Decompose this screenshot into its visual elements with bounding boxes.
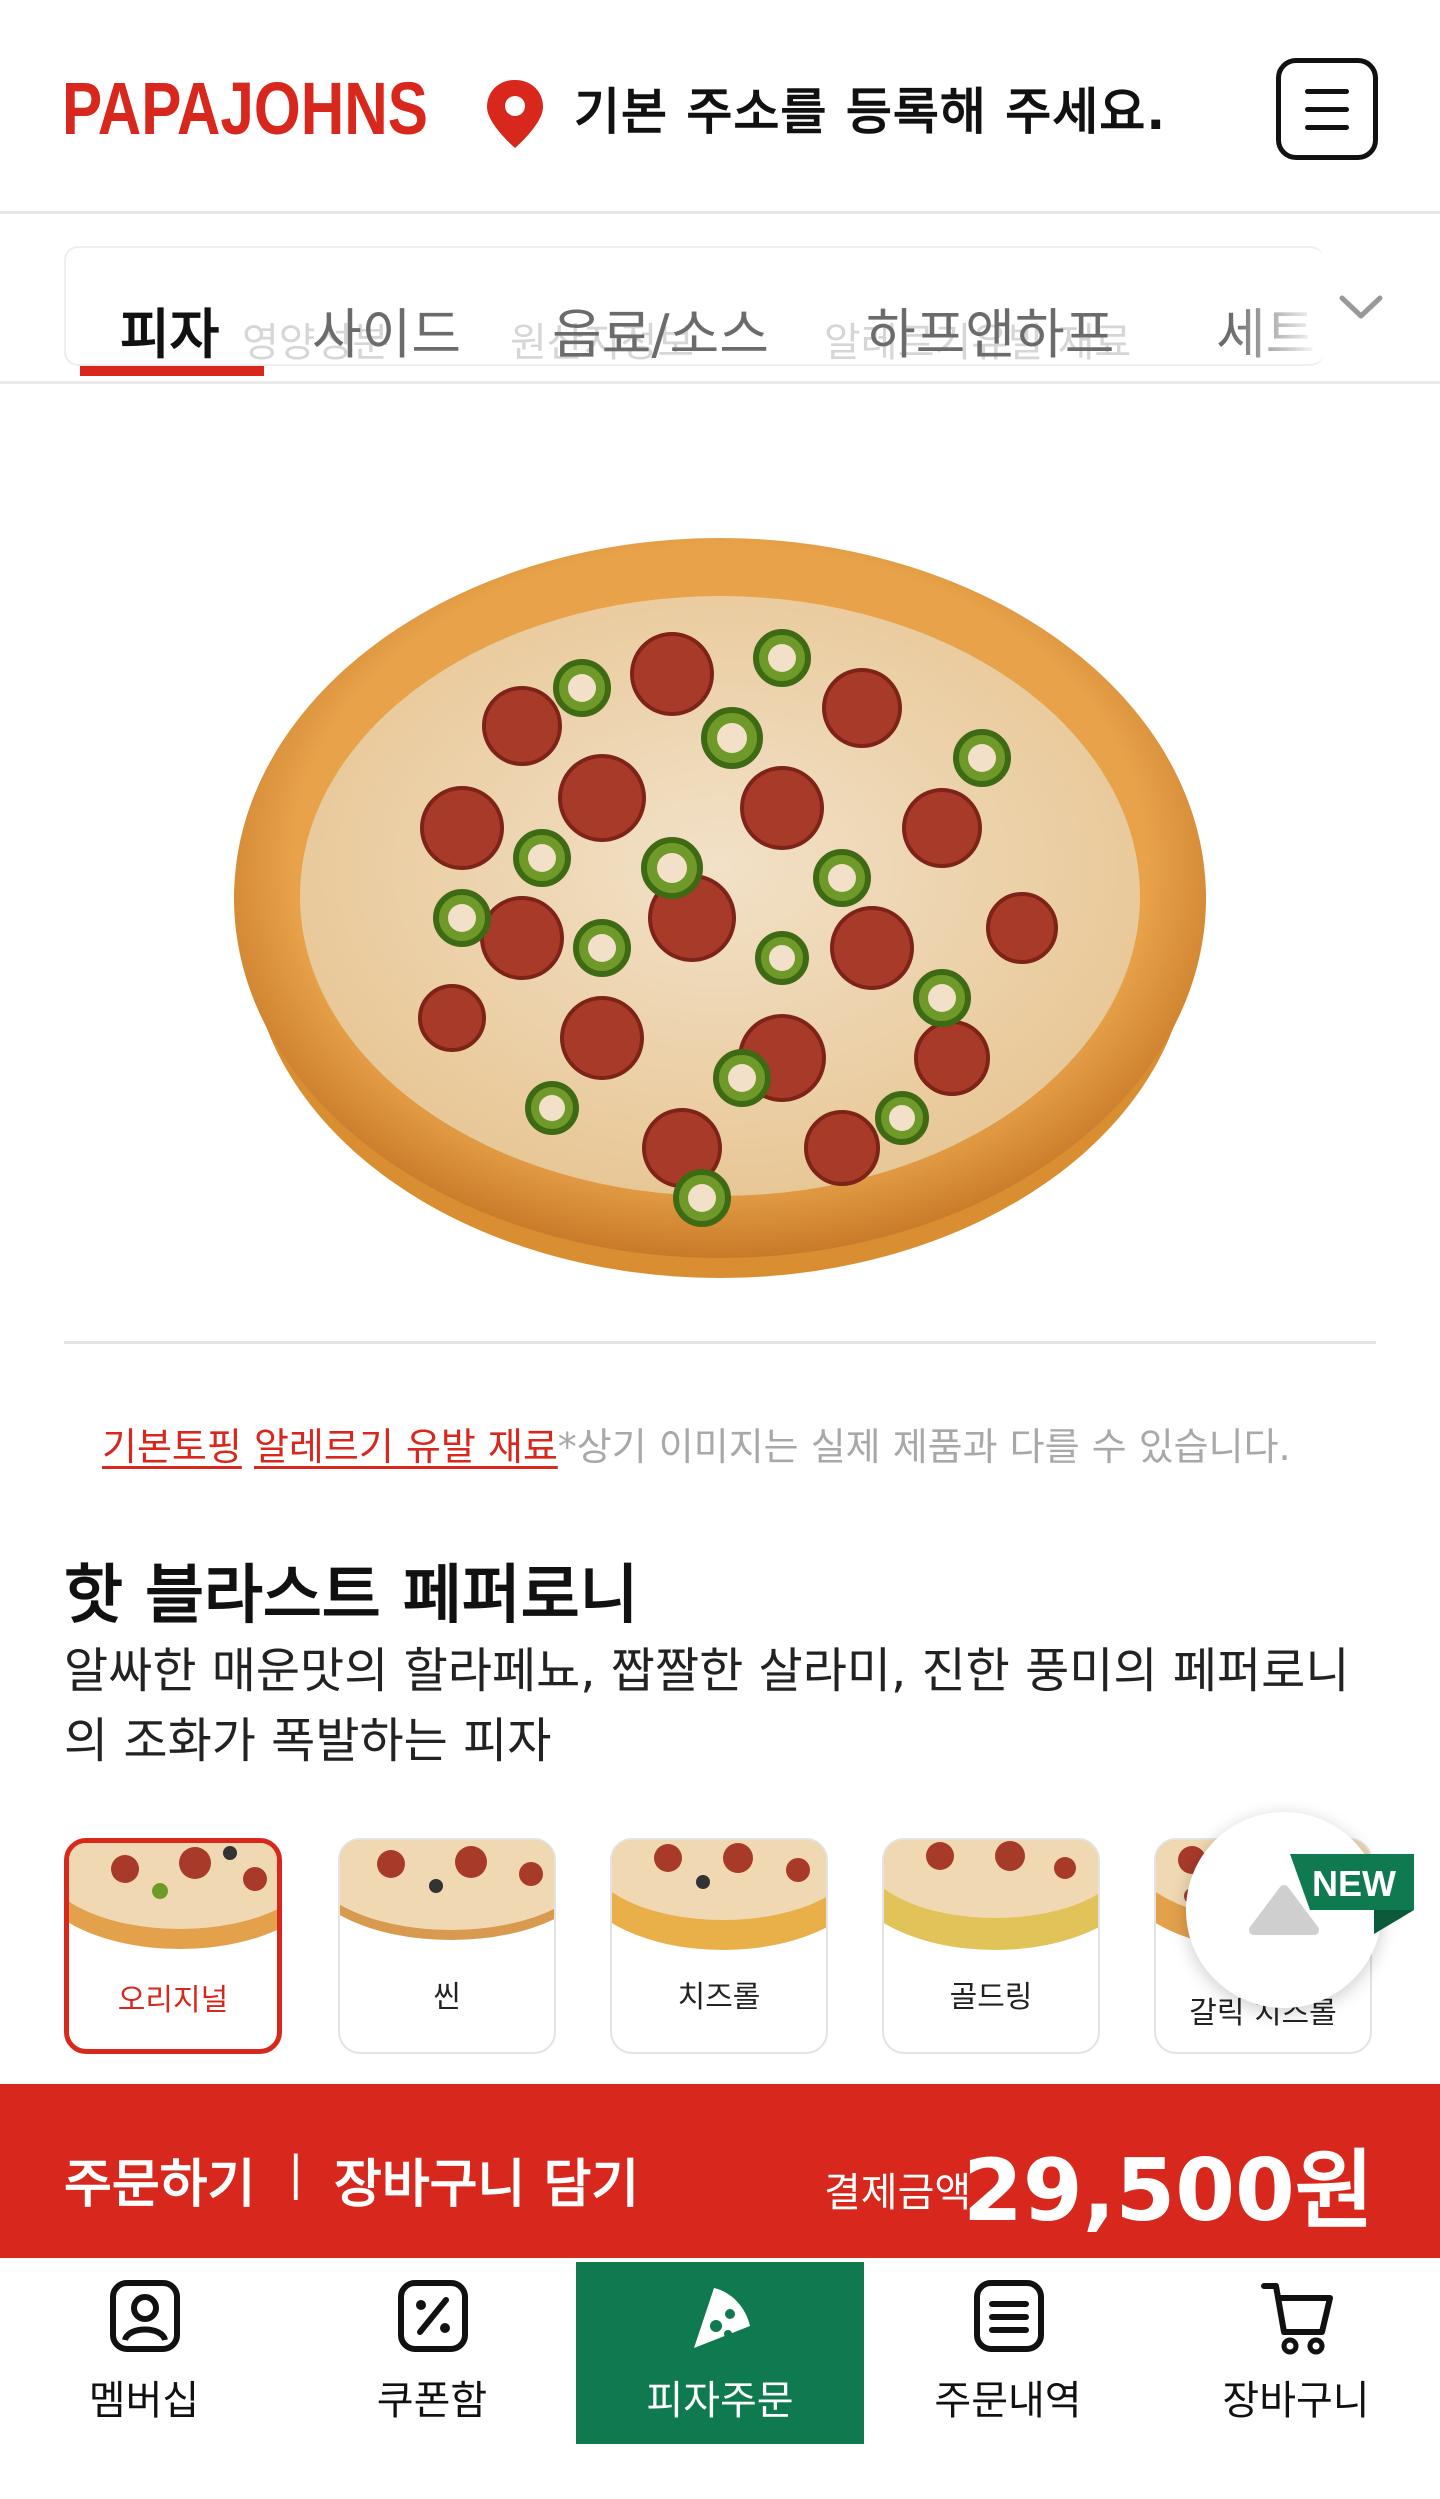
price-label: 결제금액: [824, 2170, 972, 2216]
product-description: 알싸한 매운맛의 할라페뇨, 짭짤한 살라미, 진한 풍미의 페퍼로니의 조화가…: [64, 1643, 1350, 1769]
tab-side[interactable]: 사이드: [312, 290, 461, 364]
membership-icon: [110, 2280, 180, 2352]
nav-label: 장바구니: [1222, 2378, 1370, 2424]
crust-cheese-roll-image: [612, 1840, 826, 1950]
crust-option-label: 골드링: [949, 1980, 1033, 2015]
nav-item-coupons[interactable]: 쿠폰함: [288, 2262, 576, 2444]
crust-option-label: 치즈롤: [677, 1980, 761, 2015]
tab-fade-overlay: [1230, 256, 1320, 360]
category-tabs: 영양성분 원산지정보 알레르기유발 재료 피자 사이드 음료/소스 하프앤하프 …: [0, 216, 1440, 384]
nav-item-membership[interactable]: 멤버십: [0, 2262, 288, 2444]
add-to-cart-button[interactable]: 장바구니 담기: [334, 2142, 639, 2217]
image-disclaimer: *상기 이미지는 실제 제품과 다를 수 있습니다.: [557, 1425, 1291, 1469]
location-pin-icon[interactable]: [484, 78, 546, 150]
new-badge-label: NEW: [1312, 1863, 1396, 1904]
chevron-down-icon[interactable]: [1336, 288, 1386, 328]
nav-label: 피자주문: [646, 2378, 794, 2424]
crust-gold-ring-image: [884, 1840, 1098, 1950]
nav-item-cart[interactable]: 장바구니: [1152, 2262, 1440, 2444]
svg-text:PAPAJOHNS: PAPAJOHNS: [62, 67, 428, 150]
crust-option-original[interactable]: 오리지널: [64, 1838, 282, 2054]
order-bar: 주문하기 | 장바구니 담기 결제금액 29,500원: [0, 2084, 1440, 2258]
tab-half-and-half[interactable]: 하프앤하프: [866, 290, 1114, 364]
crust-option-thin[interactable]: 씬: [338, 1838, 556, 2054]
papa-johns-logo[interactable]: PAPAJOHNS: [62, 62, 432, 152]
tab-drinks-sauce[interactable]: 음료/소스: [552, 290, 769, 364]
crust-option-gold-ring[interactable]: 골드링: [882, 1838, 1100, 2054]
order-history-icon: [974, 2280, 1044, 2352]
cart-icon: [1261, 2283, 1333, 2355]
crust-option-label: 씬: [433, 1980, 461, 2015]
nav-item-order-history[interactable]: 주문내역: [864, 2262, 1152, 2444]
crust-option-cheese-roll[interactable]: 치즈롤: [610, 1838, 828, 2054]
address-prompt[interactable]: 기본 주소를 등록해 주세요.: [574, 72, 1166, 144]
price-value: 29,500원: [963, 2141, 1374, 2241]
coupon-icon: [398, 2280, 468, 2352]
allergen-link[interactable]: 알레르기 유발 재료: [254, 1425, 558, 1469]
crust-thin-image: [340, 1840, 554, 1940]
menu-icon-bar: [1305, 125, 1349, 130]
product-title: 핫 블라스트 페퍼로니: [64, 1559, 639, 1633]
order-bar-separator: |: [288, 2146, 304, 2200]
pizza-photo: [234, 538, 1206, 1278]
crust-original-image: [69, 1843, 277, 1949]
nav-item-pizza-order[interactable]: 피자주문: [576, 2262, 864, 2444]
tab-scroll-container[interactable]: 영양성분 원산지정보 알레르기유발 재료 피자 사이드 음료/소스 하프앤하프 …: [64, 246, 1324, 366]
info-line: 기본토핑 알레르기 유발 재료*상기 이미지는 실제 제품과 다를 수 있습니다…: [102, 1416, 1291, 1471]
new-badge: NEW: [1290, 1854, 1414, 1934]
app-header: PAPAJOHNS 기본 주소를 등록해 주세요.: [0, 0, 1440, 214]
nav-label: 멤버십: [88, 2378, 200, 2424]
menu-icon-bar: [1305, 89, 1349, 94]
active-tab-indicator: [80, 366, 264, 376]
tab-pizza[interactable]: 피자: [120, 290, 219, 364]
pizza-slice-icon: [694, 2288, 750, 2348]
hamburger-menu-button[interactable]: [1276, 58, 1378, 160]
bottom-navigation: 멤버십 쿠폰함 피자주문 주문내역 장바구니: [0, 2262, 1440, 2499]
nav-label: 쿠폰함: [376, 2378, 488, 2424]
section-divider: [64, 1341, 1376, 1344]
order-now-button[interactable]: 주문하기: [64, 2142, 255, 2217]
nav-label: 주문내역: [934, 2378, 1082, 2424]
menu-icon-bar: [1305, 107, 1349, 112]
crust-option-label: 오리지널: [117, 1983, 229, 2018]
basic-topping-link[interactable]: 기본토핑: [102, 1425, 242, 1469]
